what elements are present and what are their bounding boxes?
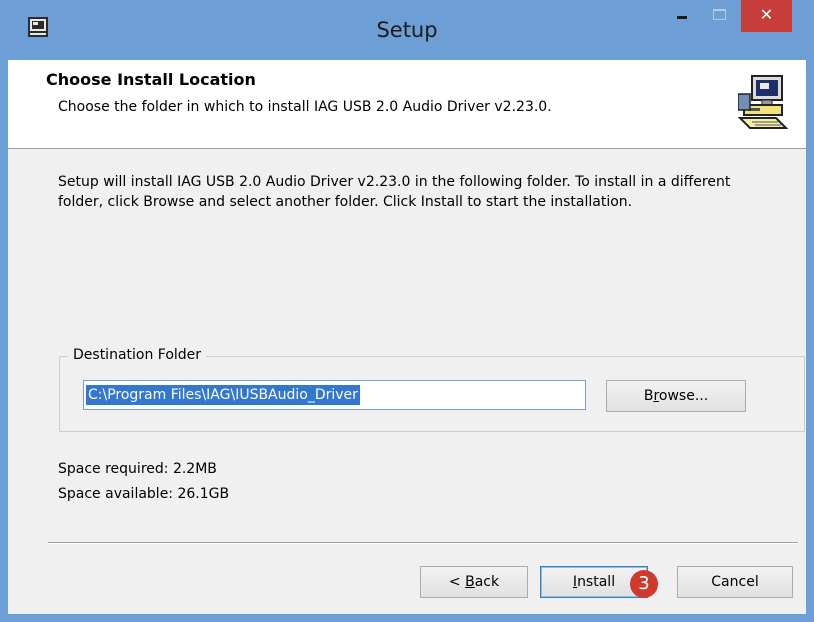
page-subtitle: Choose the folder in which to install IA… [58,99,552,115]
back-accelerator: B [465,574,475,590]
space-available: Space available: 26.1GB [58,486,230,502]
back-button[interactable]: < Back [420,566,528,598]
setup-window: Setup ✕ Choose Install Location Choose t… [0,0,814,622]
minimize-icon [677,16,687,19]
install-description: Setup will install IAG USB 2.0 Audio Dri… [58,174,731,210]
space-required: Space required: 2.2MB [58,461,217,477]
title-bar[interactable]: Setup ✕ [0,0,814,60]
minimize-button[interactable] [667,0,697,32]
back-label-pre: < [448,574,466,590]
step-number-badge: 3 [630,570,658,598]
footer-divider [48,542,798,544]
destination-path-input[interactable]: C:\Program Files\IAG\IUSBAudio_Driver [83,380,586,410]
back-label-post: ack [474,574,500,590]
computer-installer-icon [738,75,788,129]
maximize-button[interactable] [704,0,734,32]
maximize-icon [713,9,726,20]
cancel-label: Cancel [711,574,759,590]
destination-path-text: C:\Program Files\IAG\IUSBAudio_Driver [86,385,360,405]
dialog-client-area: Choose Install Location Choose the folde… [8,60,806,614]
close-button[interactable]: ✕ [741,0,792,32]
page-header: Choose Install Location Choose the folde… [8,60,806,149]
browse-label-post: owse... [658,388,709,404]
browse-button[interactable]: Browse... [606,380,746,412]
destination-folder-label: Destination Folder [68,347,207,363]
browse-label-pre: B [643,388,654,404]
cancel-button[interactable]: Cancel [677,566,793,598]
page-title: Choose Install Location [46,70,256,89]
close-icon: ✕ [759,5,774,24]
install-label-post: nstall [577,574,616,590]
